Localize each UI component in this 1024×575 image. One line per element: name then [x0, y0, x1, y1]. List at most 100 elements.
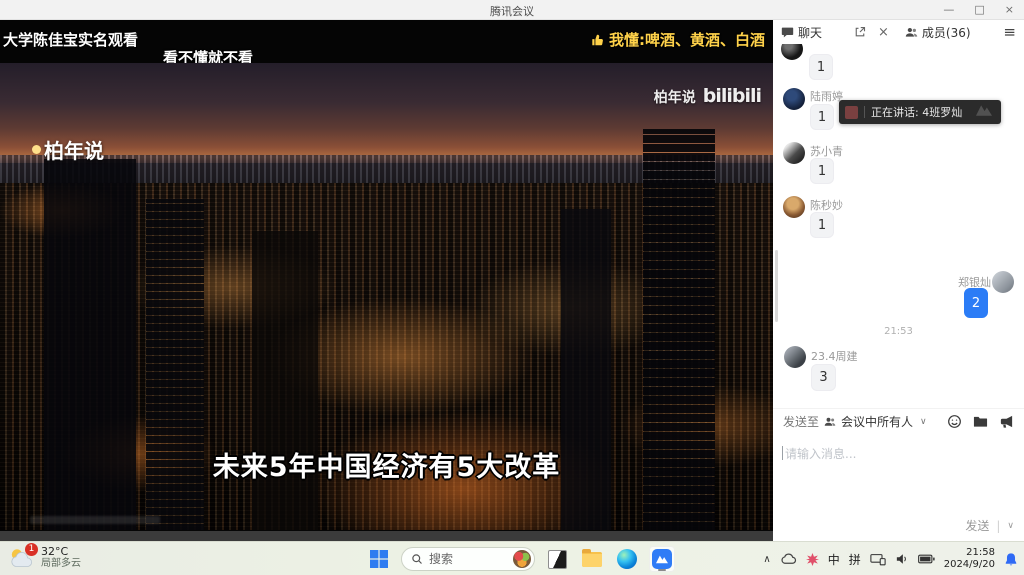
danmaku-comment: 我懂:啤酒、黄酒、白酒 [591, 29, 765, 50]
send-to-target[interactable]: 会议中所有人 [841, 413, 913, 430]
app-icon-edge[interactable] [614, 546, 640, 572]
divider [864, 106, 865, 118]
battery-icon[interactable] [918, 554, 935, 564]
sender-name: 苏小青 [810, 143, 843, 159]
avatar [781, 44, 803, 60]
minimize-icon[interactable]: — [943, 0, 954, 20]
hidden-icons-chevron[interactable]: ∧ [763, 554, 770, 565]
send-to-label: 发送至 [783, 413, 819, 430]
taskbar-search[interactable] [401, 547, 535, 571]
windows-logo-icon [370, 550, 388, 568]
menu-icon[interactable]: ≡ [1003, 23, 1016, 41]
popout-icon[interactable] [854, 26, 866, 38]
screen-share-video[interactable]: 大学陈佳宝实名观看 我懂:啤酒、黄酒、白酒 看不懂就不看 柏年说 bilibil… [0, 20, 773, 531]
avatar [784, 346, 806, 368]
chat-scrollbar[interactable] [775, 250, 778, 322]
tab-members-label: 成员(36) [922, 24, 971, 41]
edge-icon [617, 549, 637, 569]
search-input[interactable] [429, 552, 499, 566]
message-bubble: 2 [964, 288, 988, 318]
tencent-meeting-window: 腾讯会议 — □ × 大学陈佳宝实名观看 我懂:啤酒、黄酒、白酒 看不懂就不看 [0, 0, 1024, 575]
send-button[interactable]: 发送 [965, 517, 989, 534]
file-icon[interactable] [973, 414, 988, 429]
system-tray: ∧ 中 拼 21:58 2024/9/20 [763, 542, 1018, 575]
channel-name: 柏年说 [44, 135, 104, 164]
window-controls: — □ × [943, 0, 1014, 20]
cast-icon[interactable] [870, 553, 886, 566]
share-bottom-strip [0, 531, 773, 541]
message-bubble: 1 [810, 212, 834, 238]
weather-icon: 1 [8, 546, 35, 570]
window-title: 腾讯会议 [0, 3, 1024, 19]
weather-widget[interactable]: 1 32°C 局部多云 [8, 545, 81, 570]
announcement-icon[interactable] [999, 414, 1014, 429]
weather-condition: 局部多云 [41, 558, 81, 570]
message-bubble: 1 [810, 104, 834, 130]
weather-temp: 32°C [41, 545, 81, 558]
message-input[interactable] [782, 447, 1015, 461]
chat-message-list[interactable]: 1 陆雨婷 1 正在讲话: 4班罗灿 苏小青 1 陈秒妙 [773, 44, 1024, 408]
avatar [783, 88, 805, 110]
speaking-toast: 正在讲话: 4班罗灿 [839, 100, 1001, 124]
clock-time: 21:58 [966, 547, 995, 560]
cloud-icon[interactable] [780, 553, 797, 565]
chevron-down-icon[interactable]: ∨ [1007, 521, 1014, 531]
tab-members[interactable]: 成员(36) [905, 24, 971, 41]
ime-mode-indicator[interactable]: 拼 [849, 551, 861, 568]
close-icon[interactable]: × [1005, 0, 1014, 20]
avatar [992, 271, 1014, 293]
avatar [783, 142, 805, 164]
sender-name: 23.4周建 [811, 348, 858, 364]
message-bubble: 3 [811, 364, 836, 391]
taskbar-clock[interactable]: 21:58 2024/9/20 [944, 547, 995, 572]
folder-icon [582, 552, 602, 567]
clock-date: 2024/9/20 [944, 559, 995, 572]
app-icon-photos[interactable] [544, 546, 570, 572]
tab-chat[interactable]: 聊天 [781, 24, 822, 41]
send-button-row: 发送 | ∨ [965, 517, 1014, 534]
tencent-meeting-icon [652, 549, 672, 569]
chat-panel: 聊天 × 成员(36) ≡ 1 陆雨婷 1 [773, 20, 1024, 541]
window-titlebar: 腾讯会议 — □ × [0, 0, 1024, 20]
sender-name: 陈秒妙 [810, 197, 843, 213]
danmaku-comment: 大学陈佳宝实名观看 [3, 29, 138, 50]
send-to-bar: 发送至 会议中所有人 ∨ [773, 408, 1024, 434]
bullet-dot-icon [32, 145, 41, 154]
members-icon [824, 416, 836, 428]
bilibili-logo: bilibili [703, 85, 761, 107]
start-button[interactable] [366, 546, 392, 572]
app-icon-tencent-meeting[interactable] [649, 546, 675, 572]
photos-icon [548, 550, 567, 569]
tab-chat-label: 聊天 [798, 24, 822, 41]
members-icon [905, 26, 918, 39]
message-input-area [773, 437, 1024, 513]
close-chat-icon[interactable]: × [878, 25, 889, 40]
volume-icon[interactable] [895, 553, 909, 565]
divider: | [996, 519, 1000, 533]
search-highlight-image [513, 550, 531, 568]
notification-badge: 1 [25, 543, 38, 556]
taskbar: 1 32°C 局部多云 [0, 541, 1024, 575]
ime-language-indicator[interactable]: 中 [828, 551, 840, 568]
chat-header: 聊天 × 成员(36) ≡ [773, 20, 1024, 44]
chat-timestamp: 21:53 [773, 326, 1024, 337]
taskbar-center [366, 542, 675, 575]
chat-bubble-icon [781, 26, 794, 39]
channel-badge: 柏年说 [32, 135, 104, 164]
video-subtitle: 未来5年中国经济有5大改革 [0, 445, 773, 484]
speaking-label: 正在讲话: 4班罗灿 [871, 104, 962, 120]
speaker-avatar [845, 106, 858, 119]
message-bubble: 1 [809, 54, 833, 80]
danmaku-text: 我懂:啤酒、黄酒、白酒 [609, 29, 765, 50]
watermark-channel: 柏年说 [654, 87, 696, 107]
emoji-icon[interactable] [947, 414, 962, 429]
text-caret [782, 446, 783, 460]
meeting-logo-icon [973, 102, 995, 122]
tray-app-icon[interactable] [806, 553, 819, 566]
app-icon-file-explorer[interactable] [579, 546, 605, 572]
active-app-indicator [658, 569, 666, 571]
thumbs-up-icon [591, 33, 605, 47]
notifications-bell-icon[interactable] [1004, 552, 1018, 567]
chevron-down-icon[interactable]: ∨ [920, 417, 927, 427]
maximize-icon[interactable]: □ [974, 0, 984, 20]
